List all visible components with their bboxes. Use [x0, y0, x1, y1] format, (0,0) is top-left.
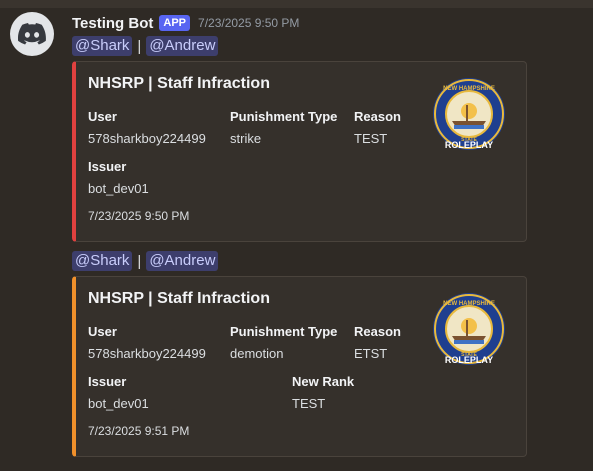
embed-staff-infraction: NHSRP | Staff Infraction User 578sharkbo…	[72, 61, 527, 242]
field-reason-value: TEST	[354, 131, 388, 146]
field-punishment-type-name: Punishment Type	[230, 324, 338, 339]
embed-staff-infraction: NHSRP | Staff Infraction User 578sharkbo…	[72, 276, 527, 457]
bot-username[interactable]: Testing Bot	[72, 15, 153, 32]
svg-text:NEW HAMPSHIRE: NEW HAMPSHIRE	[443, 86, 495, 92]
field-punishment-type-value: strike	[230, 131, 262, 146]
field-reason-name: Reason	[354, 324, 401, 339]
bot-avatar[interactable]	[10, 12, 54, 56]
field-issuer-name: Issuer	[88, 159, 127, 174]
seal-graphic: NEW HAMPSHIRE STATE ROLEPLAY	[433, 78, 505, 150]
message-header: Testing Bot APP 7/23/2025 9:50 PM	[72, 12, 299, 34]
discord-logo-icon	[18, 23, 46, 45]
field-issuer-name: Issuer	[88, 374, 127, 389]
mention-separator: |	[137, 252, 142, 270]
mention-shark[interactable]: @Shark	[72, 36, 133, 56]
mentions-line: @Shark | @Andrew	[72, 250, 219, 272]
field-new-rank-name: New Rank	[292, 374, 355, 389]
field-reason-value: ETST	[354, 346, 388, 361]
field-punishment-type-name: Punishment Type	[230, 109, 338, 124]
embed-title: NHSRP | Staff Infraction	[88, 75, 270, 92]
message-timestamp[interactable]: 7/23/2025 9:50 PM	[198, 16, 299, 30]
svg-text:NEW HAMPSHIRE: NEW HAMPSHIRE	[443, 301, 495, 307]
mention-separator: |	[137, 37, 142, 55]
mentions-line: @Shark | @Andrew	[72, 35, 219, 57]
field-issuer-value: bot_dev01	[88, 181, 149, 196]
field-user-value: 578sharkboy224499	[88, 131, 206, 146]
field-user-name: User	[88, 324, 117, 339]
field-user-name: User	[88, 109, 117, 124]
field-issuer-value: bot_dev01	[88, 396, 149, 411]
field-reason-name: Reason	[354, 109, 401, 124]
svg-text:ROLEPLAY: ROLEPLAY	[445, 140, 493, 150]
mention-shark[interactable]: @Shark	[72, 251, 133, 271]
embed-footer-timestamp: 7/23/2025 9:51 PM	[88, 424, 190, 438]
field-punishment-type-value: demotion	[230, 346, 284, 361]
embed-footer-timestamp: 7/23/2025 9:50 PM	[88, 209, 190, 223]
nhsrp-seal-icon[interactable]: NEW HAMPSHIRE STATE ROLEPLAY	[432, 77, 506, 151]
mention-andrew[interactable]: @Andrew	[146, 36, 219, 56]
mention-andrew[interactable]: @Andrew	[146, 251, 219, 271]
nhsrp-seal-icon[interactable]: NEW HAMPSHIRE STATE ROLEPLAY	[432, 292, 506, 366]
embed-title: NHSRP | Staff Infraction	[88, 290, 270, 307]
seal-graphic: NEW HAMPSHIRE STATE ROLEPLAY	[433, 293, 505, 365]
field-user-value: 578sharkboy224499	[88, 346, 206, 361]
field-new-rank-value: TEST	[292, 396, 326, 411]
svg-text:ROLEPLAY: ROLEPLAY	[445, 355, 493, 365]
top-strip	[0, 0, 593, 8]
app-badge: APP	[159, 15, 191, 31]
